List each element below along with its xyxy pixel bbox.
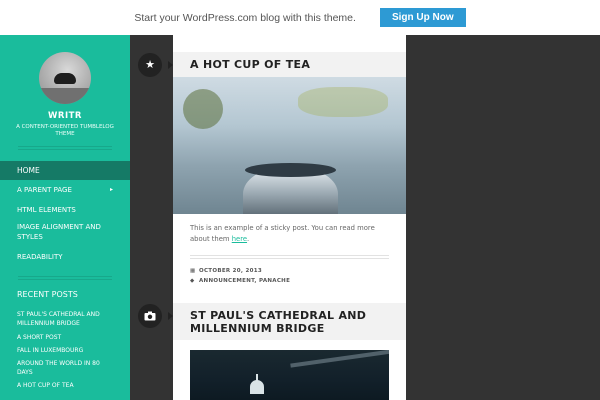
excerpt-text-end: . bbox=[247, 234, 250, 243]
sidebar: WRITR A CONTENT-ORIENTED TUMBLELOG THEME… bbox=[0, 35, 130, 400]
post-title[interactable]: ST PAUL'S CATHEDRAL AND MILLENNIUM BRIDG… bbox=[190, 309, 385, 335]
image-cup-rim bbox=[245, 163, 336, 177]
meta-divider bbox=[190, 255, 389, 259]
image-bridge bbox=[290, 350, 389, 368]
image-dome bbox=[250, 380, 264, 394]
post-tags[interactable]: ◆ ANNOUNCEMENT, PANACHE bbox=[190, 278, 290, 284]
recent-post-link[interactable]: FALL IN LUXEMBOURG bbox=[17, 346, 117, 355]
promo-bar: Start your WordPress.com blog with this … bbox=[0, 0, 600, 35]
recent-posts-heading: RECENT POSTS bbox=[17, 290, 78, 299]
excerpt-link[interactable]: here bbox=[232, 235, 247, 243]
nav-item-image-alignment[interactable]: IMAGE ALIGNMENT AND STYLES bbox=[17, 222, 117, 242]
recent-post-link[interactable]: ST PAUL'S CATHEDRAL AND MILLENNIUM BRIDG… bbox=[17, 310, 117, 328]
calendar-icon: ▦ bbox=[190, 268, 196, 274]
image-bokeh bbox=[298, 87, 388, 117]
site-description: A CONTENT-ORIENTED TUMBLELOG THEME bbox=[16, 124, 114, 137]
post-header: ST PAUL'S CATHEDRAL AND MILLENNIUM BRIDG… bbox=[173, 303, 406, 340]
post-tags-text[interactable]: ANNOUNCEMENT, PANACHE bbox=[199, 278, 290, 284]
nav-item-parent-page[interactable]: A PARENT PAGE bbox=[17, 185, 117, 195]
post-featured-image[interactable] bbox=[190, 350, 389, 400]
avatar-figure bbox=[54, 73, 76, 84]
recent-post-link[interactable]: AROUND THE WORLD IN 80 DAYS bbox=[17, 359, 117, 377]
divider bbox=[18, 146, 112, 150]
camera-icon[interactable] bbox=[138, 304, 162, 328]
excerpt-text: This is an example of a sticky post. You… bbox=[190, 224, 375, 243]
nav-item-home[interactable]: HOME bbox=[0, 161, 130, 180]
star-icon[interactable]: ★ bbox=[138, 53, 162, 77]
avatar[interactable] bbox=[39, 52, 91, 104]
site-title[interactable]: WRITR bbox=[0, 111, 130, 121]
post-title[interactable]: A HOT CUP OF TEA bbox=[190, 58, 406, 71]
nav-item-readability[interactable]: READABILITY bbox=[17, 252, 117, 262]
tag-icon: ◆ bbox=[190, 278, 195, 284]
image-bokeh bbox=[183, 89, 223, 129]
nav-item-html-elements[interactable]: HTML ELEMENTS bbox=[17, 205, 117, 215]
recent-post-link[interactable]: A SHORT POST bbox=[17, 333, 117, 342]
post-date-text[interactable]: OCTOBER 20, 2013 bbox=[199, 268, 262, 274]
promo-text: Start your WordPress.com blog with this … bbox=[134, 11, 356, 24]
divider bbox=[18, 276, 112, 280]
post-excerpt: This is an example of a sticky post. You… bbox=[190, 223, 390, 244]
post-header: A HOT CUP OF TEA bbox=[173, 52, 406, 77]
post-date[interactable]: ▦ OCTOBER 20, 2013 bbox=[190, 268, 262, 274]
recent-post-link[interactable]: A HOT CUP OF TEA bbox=[17, 381, 117, 390]
chevron-right-icon[interactable]: ▸ bbox=[110, 186, 113, 193]
camera-glyph bbox=[144, 311, 156, 321]
avatar-shade bbox=[39, 88, 91, 104]
post-featured-image[interactable] bbox=[173, 77, 406, 214]
sign-up-button[interactable]: Sign Up Now bbox=[379, 8, 466, 27]
